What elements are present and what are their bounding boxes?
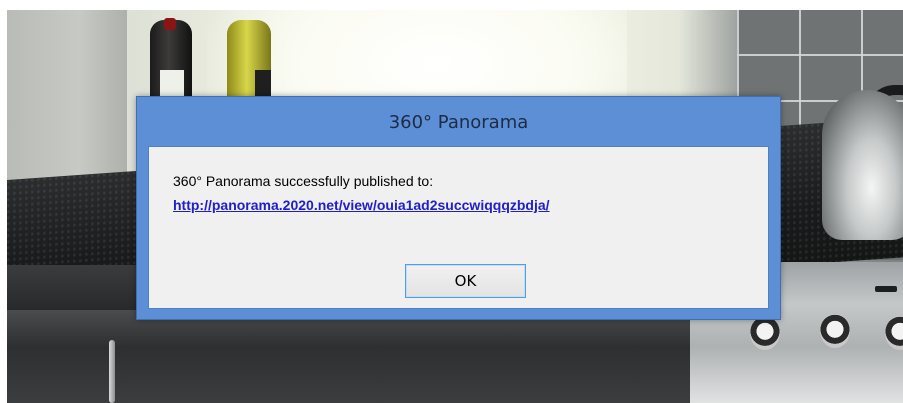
dialog-body: 360° Panorama successfully published to:… [148, 146, 769, 309]
dialog-title: 360° Panorama [388, 111, 529, 133]
cabinet-handle [109, 340, 115, 403]
upper-cabinet [7, 10, 127, 185]
oven-knob [885, 316, 903, 350]
oven-indicator [875, 286, 897, 292]
success-message: 360° Panorama successfully published to: [173, 173, 434, 189]
oven-knob [750, 316, 780, 350]
kettle [822, 90, 903, 240]
dialog-titlebar[interactable]: 360° Panorama [137, 97, 780, 147]
ok-button[interactable]: OK [405, 264, 526, 298]
bottle-cap [164, 18, 176, 30]
panorama-link[interactable]: http://panorama.2020.net/view/ouia1ad2su… [173, 197, 550, 213]
oven-knob [820, 314, 850, 348]
panorama-dialog: 360° Panorama 360° Panorama successfully… [136, 96, 781, 320]
